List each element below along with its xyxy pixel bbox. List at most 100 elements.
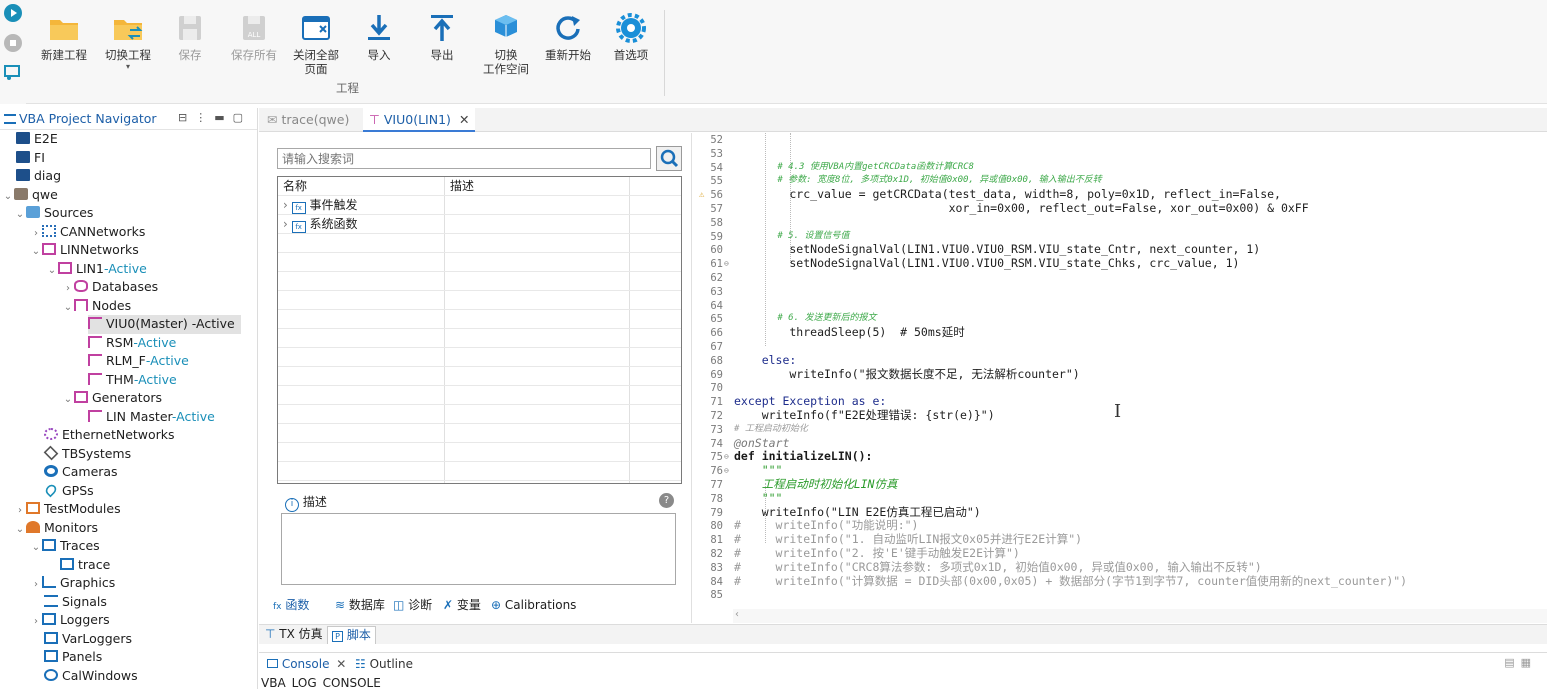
display-selected-icon[interactable]: ▦: [1521, 656, 1537, 669]
description-textarea[interactable]: [281, 513, 676, 585]
stop-icon[interactable]: [4, 34, 22, 52]
chevron-right-icon[interactable]: ›: [30, 576, 42, 594]
chevron-left-icon[interactable]: ‹: [735, 609, 739, 620]
preferences-button[interactable]: 首选项: [599, 8, 663, 62]
tree-item-ethernetnetworks[interactable]: EthernetNetworks: [44, 426, 175, 445]
tree-item-thm[interactable]: THM-Active: [88, 371, 177, 390]
tree-item-varloggers[interactable]: VarLoggers: [44, 630, 132, 649]
export-button[interactable]: 导出: [410, 8, 474, 62]
collapse-all-icon[interactable]: ⊟: [178, 111, 195, 124]
close-icon[interactable]: ✕: [336, 657, 346, 671]
tree-item-panels[interactable]: Panels: [44, 648, 102, 667]
tree-item-diag[interactable]: diag: [16, 167, 61, 186]
tree-item-fi[interactable]: FI: [16, 149, 45, 168]
tree-item-cameras[interactable]: Cameras: [44, 463, 118, 482]
close-icon[interactable]: ✕: [459, 112, 469, 127]
restart-button[interactable]: 重新开始: [536, 8, 600, 62]
fold-icon[interactable]: ⊖: [724, 450, 729, 464]
chevron-right-icon[interactable]: ›: [283, 217, 288, 231]
tab-functions[interactable]: fx 函数: [273, 595, 313, 617]
chevron-down-icon[interactable]: ⌄: [30, 539, 42, 557]
maximize-icon[interactable]: ▢: [233, 111, 251, 124]
tab-diagnostics[interactable]: ◫ 诊断: [393, 595, 436, 617]
tab-variables[interactable]: ✗ 变量: [443, 595, 485, 617]
column-header-desc[interactable]: 描述: [450, 177, 474, 196]
chevron-right-icon[interactable]: ›: [283, 198, 288, 212]
fold-icon[interactable]: ⊖: [724, 464, 729, 478]
tree-item-calwindows[interactable]: CalWindows: [44, 667, 138, 686]
code-line: 66 threadSleep(5) # 50ms延时: [710, 325, 965, 340]
help-icon[interactable]: ?: [659, 493, 674, 508]
switch-workspace-button[interactable]: 切换 工作空间: [474, 8, 538, 76]
view-menu-icon[interactable]: ⋮: [195, 111, 214, 124]
tab-tx-simulation[interactable]: ⊤ TX 仿真: [261, 626, 327, 644]
tree-item-testmodules[interactable]: › TestModules: [14, 500, 121, 519]
chevron-down-icon[interactable]: ⌄: [14, 521, 26, 539]
tree-item-sources[interactable]: ⌄ Sources: [14, 204, 94, 224]
tree-item-rsm[interactable]: RSM-Active: [88, 334, 176, 353]
chevron-down-icon[interactable]: ⌄: [46, 262, 58, 280]
chevron-down-icon[interactable]: ⌄: [14, 206, 26, 224]
import-button[interactable]: 导入: [347, 8, 411, 62]
table-row[interactable]: › fx 事件触发: [278, 196, 681, 215]
search-input[interactable]: [277, 148, 651, 169]
save-button[interactable]: 保存: [158, 8, 222, 62]
envelope-icon: ✉: [267, 112, 282, 127]
tab-trace-qwe[interactable]: ✉ trace(qwe): [261, 108, 355, 132]
tab-database[interactable]: ≋ 数据库: [335, 595, 389, 617]
chevron-down-icon[interactable]: ⌄: [62, 299, 74, 317]
tree-item-cannetworks[interactable]: › CANNetworks: [30, 223, 145, 242]
chevron-right-icon[interactable]: ›: [30, 225, 42, 243]
tab-outline[interactable]: ☷ Outline: [355, 656, 413, 674]
node-icon: [88, 372, 102, 385]
tree-item-monitors[interactable]: ⌄ Monitors: [14, 519, 98, 538]
close-all-pages-button[interactable]: 关闭全部 页面: [284, 8, 348, 76]
tree-item-viu0-master[interactable]: VIU0(Master) -Active: [88, 315, 241, 334]
chevron-right-icon[interactable]: ›: [62, 280, 74, 298]
tree-item-lin-master[interactable]: LIN Master-Active: [88, 408, 215, 427]
fold-icon[interactable]: ⊖: [724, 257, 729, 271]
save-all-button[interactable]: ALL 保存所有: [222, 8, 286, 62]
horizontal-scrollbar[interactable]: ‹: [733, 609, 1547, 623]
tree-item-rlm-f[interactable]: RLM_F-Active: [88, 352, 189, 371]
clear-console-icon[interactable]: ▤: [1504, 656, 1520, 669]
tree-item-e2e[interactable]: E2E: [16, 130, 58, 149]
text-cursor-icon: I: [1114, 401, 1122, 422]
code-editor[interactable]: 52 53 54 # 4.3 使用VBA内置getCRCData函数计算CRC8…: [693, 133, 1547, 623]
tree-item-loggers[interactable]: › Loggers: [30, 611, 110, 630]
code-line: 71 except Exception as e:: [710, 394, 887, 409]
tab-viu0-lin1[interactable]: ⊤ VIU0(LIN1) ✕: [363, 108, 476, 132]
minimize-icon[interactable]: ▬: [214, 111, 232, 124]
run-icon[interactable]: [4, 4, 22, 22]
tab-console[interactable]: Console ✕: [267, 656, 346, 674]
lin-network-icon: [42, 243, 56, 255]
warning-icon[interactable]: ⚠: [699, 189, 704, 203]
tree-item-nodes[interactable]: ⌄ Nodes: [62, 297, 131, 316]
tree-item-traces[interactable]: ⌄ Traces: [30, 537, 100, 556]
new-project-button[interactable]: 新建工程: [32, 8, 96, 62]
table-row[interactable]: › fx 系统函数: [278, 215, 681, 234]
tree-item-graphics[interactable]: › Graphics: [30, 574, 115, 593]
chevron-right-icon[interactable]: ›: [14, 502, 26, 520]
tree-item-qwe[interactable]: ⌄ qwe: [2, 186, 58, 205]
tree-item-gpss[interactable]: GPSs: [43, 482, 94, 501]
tree-item-signals[interactable]: Signals: [44, 593, 107, 612]
navigator-title[interactable]: VBA Project Navigator: [4, 111, 163, 126]
chevron-down-icon[interactable]: ⌄: [2, 188, 14, 206]
tree-item-databases[interactable]: › Databases: [62, 278, 158, 297]
tree-item-generators[interactable]: ⌄ Generators: [62, 389, 162, 408]
dropdown-arrow-icon: ▾: [125, 62, 130, 71]
tab-script[interactable]: P 脚本: [327, 626, 376, 644]
monitor-icon[interactable]: [4, 63, 22, 81]
chevron-right-icon[interactable]: ›: [30, 613, 42, 631]
tree-item-tbsystems[interactable]: TBSystems: [43, 445, 131, 464]
search-button[interactable]: [656, 146, 682, 171]
chevron-down-icon[interactable]: ⌄: [62, 391, 74, 409]
switch-project-button[interactable]: 切换工程 ▾: [96, 8, 160, 71]
chevron-down-icon[interactable]: ⌄: [30, 243, 42, 261]
tree-item-trace[interactable]: trace: [60, 556, 110, 575]
tree-item-lin1[interactable]: ⌄ LIN1-Active: [46, 260, 147, 279]
tab-calibrations[interactable]: ⊕ Calibrations: [491, 595, 580, 617]
tree-item-linnetworks[interactable]: ⌄ LINNetworks: [30, 241, 139, 260]
column-header-name[interactable]: 名称: [283, 177, 307, 196]
